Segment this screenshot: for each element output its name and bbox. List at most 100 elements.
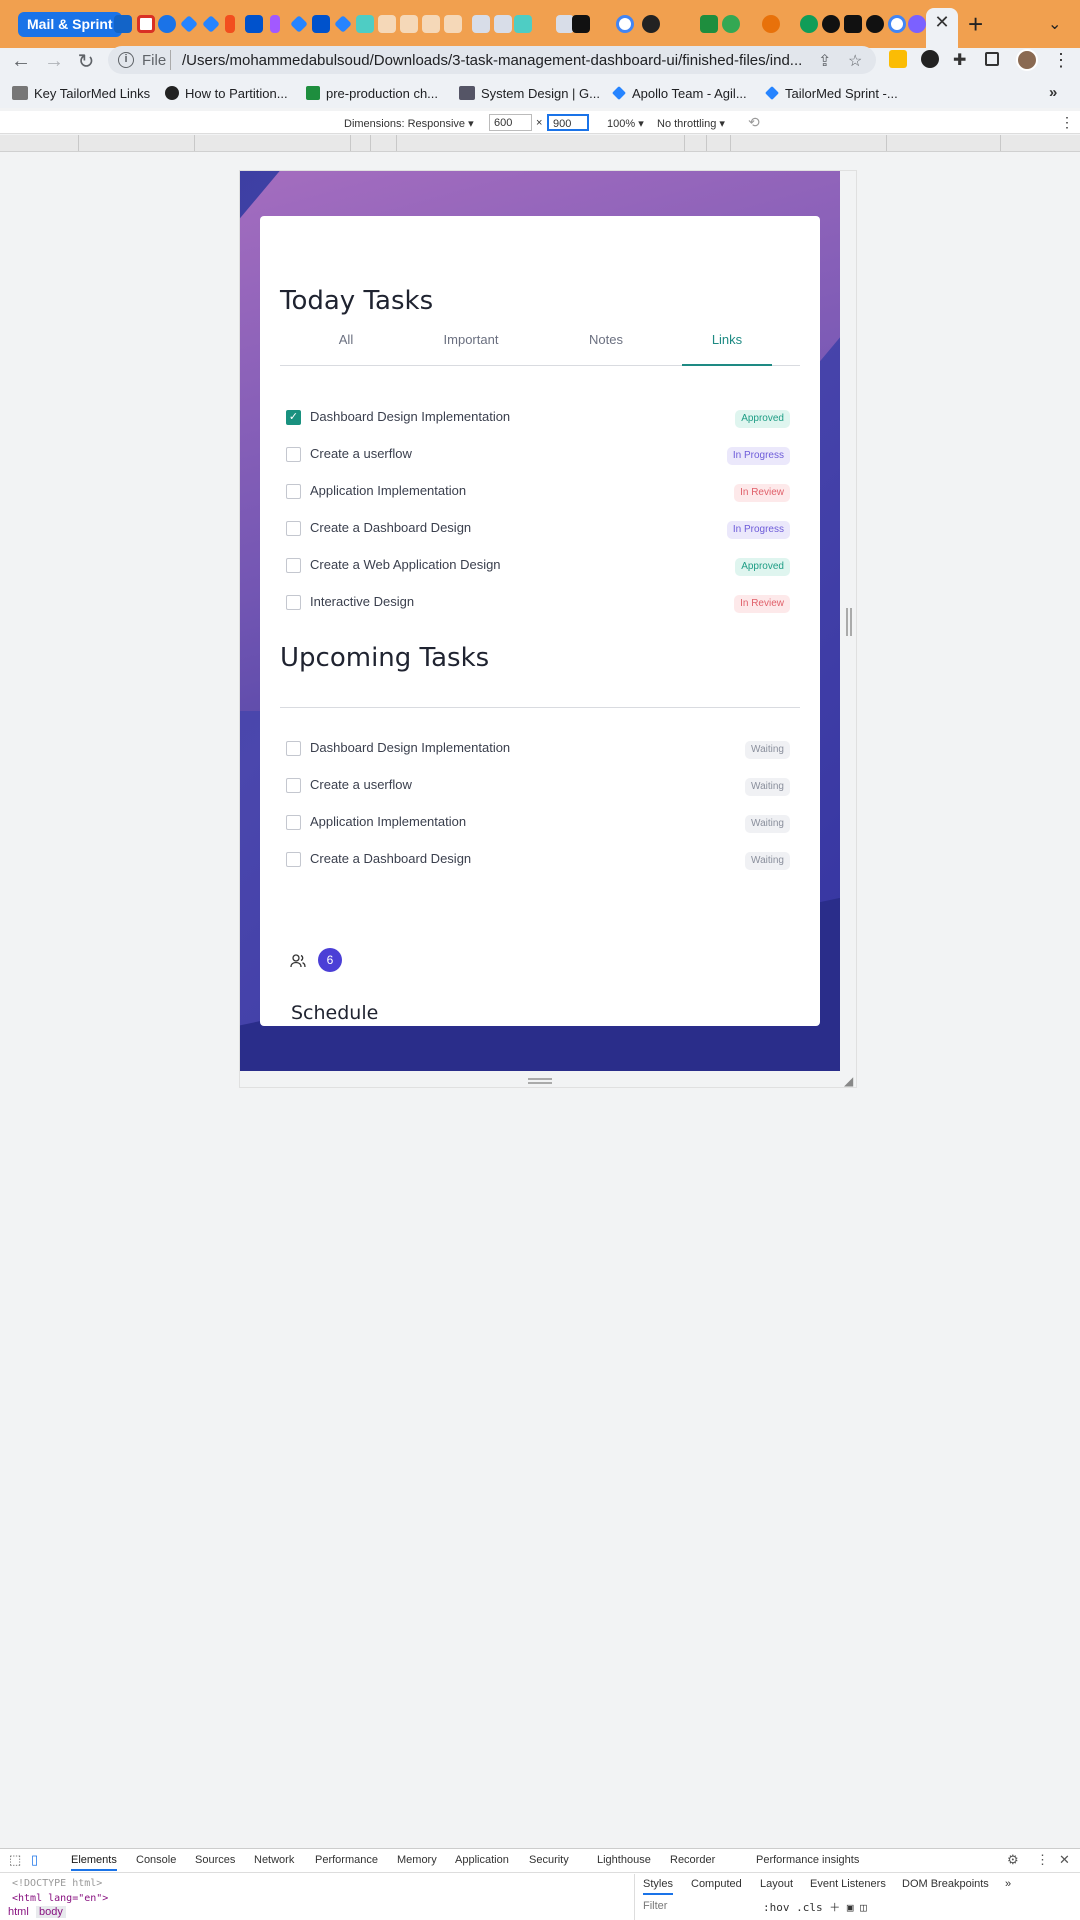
checkbox[interactable] (286, 595, 301, 610)
task-row[interactable]: Create a Web Application Design Approved (280, 550, 800, 580)
checkbox[interactable] (286, 447, 301, 462)
bookmark-partition[interactable]: How to Partition... (165, 86, 288, 101)
devtools-tab-performance[interactable]: Performance (315, 1854, 378, 1866)
styles-tab-styles[interactable]: Styles (643, 1878, 673, 1895)
devtools-tab-recorder[interactable]: Recorder (670, 1854, 715, 1866)
zoom-tab-icon[interactable] (158, 15, 176, 33)
doc-tab-icon[interactable] (494, 15, 512, 33)
inspect-element-icon[interactable]: ⬚ (9, 1852, 21, 1868)
device-toggle-icon[interactable]: ▯ (31, 1852, 38, 1868)
app-tab-icon[interactable] (722, 15, 740, 33)
confluence-tab-icon[interactable] (312, 15, 330, 33)
bookmark-preproduction[interactable]: pre-production ch... (306, 86, 438, 101)
reload-icon[interactable]: ↻ (75, 49, 97, 74)
checkbox[interactable] (286, 484, 301, 499)
task-row[interactable]: Create a Dashboard Design Waiting (280, 844, 800, 874)
task-row[interactable]: Dashboard Design Implementation Waiting (280, 733, 800, 763)
google-tab-icon[interactable] (888, 15, 906, 33)
bookmark-folder-key-links[interactable]: Key TailorMed Links (12, 86, 150, 101)
devtools-tab-lighthouse[interactable]: Lighthouse (597, 1854, 651, 1866)
devtools-menu-icon[interactable]: ⋮ (1036, 1852, 1049, 1868)
styles-tab-dom-breakpoints[interactable]: DOM Breakpoints (902, 1878, 989, 1890)
chevron-down-icon[interactable]: ⌄ (1048, 14, 1061, 34)
docs-tab-icon[interactable] (514, 15, 532, 33)
styles-filter-input[interactable]: Filter (643, 1900, 667, 1912)
medium-tab-icon[interactable] (844, 15, 862, 33)
devtools-tab-memory[interactable]: Memory (397, 1854, 437, 1866)
sheets-tab-icon[interactable] (700, 15, 718, 33)
browser-menu-icon[interactable]: ⋮ (1052, 50, 1070, 71)
address-bar[interactable]: i File /Users/mohammedabulsoud/Downloads… (108, 46, 876, 74)
pma-tab-icon[interactable] (378, 15, 396, 33)
styles-tab-computed[interactable]: Computed (691, 1878, 742, 1890)
checkbox[interactable] (286, 741, 301, 756)
side-panel-icon[interactable] (985, 52, 999, 66)
task-row[interactable]: ✓ Dashboard Design Implementation Approv… (280, 402, 800, 432)
task-row[interactable]: Interactive Design In Review (280, 587, 800, 617)
docs-tab-icon[interactable] (356, 15, 374, 33)
task-row[interactable]: Create a userflow In Progress (280, 439, 800, 469)
app-tab-icon[interactable] (866, 15, 884, 33)
jira-tab-icon[interactable] (290, 15, 308, 33)
breadcrumb-body[interactable]: body (36, 1906, 66, 1918)
more-tabs-icon[interactable]: » (1005, 1878, 1011, 1890)
devtools-tab-performance-insights[interactable]: Performance insights (756, 1854, 859, 1866)
rotate-icon[interactable]: ⟲ (748, 114, 760, 131)
bookmark-tailormed-sprint[interactable]: TailorMed Sprint -... (765, 86, 898, 101)
app-tab-icon[interactable] (822, 15, 840, 33)
devtools-tab-application[interactable]: Application (455, 1854, 509, 1866)
pma-tab-icon[interactable] (444, 15, 462, 33)
extension-icon[interactable] (889, 50, 907, 68)
task-row[interactable]: Create a Dashboard Design In Progress (280, 513, 800, 543)
devtools-tab-security[interactable]: Security (529, 1854, 569, 1866)
github-tab-icon[interactable] (642, 15, 660, 33)
checkbox[interactable] (286, 815, 301, 830)
media-query-ruler[interactable] (0, 135, 1080, 152)
bookmark-apollo-team[interactable]: Apollo Team - Agil... (612, 86, 747, 101)
new-tab-icon[interactable]: + (968, 9, 983, 40)
close-tab-icon[interactable]: ✕ (933, 12, 951, 33)
profile-avatar[interactable] (1016, 49, 1038, 71)
styles-filter-tools[interactable]: :hov .cls ＋ ▣ ◫ (763, 1899, 867, 1915)
zoom-select[interactable]: 100% ▾ (607, 117, 644, 130)
tab-notes[interactable]: Notes (561, 328, 651, 366)
share-icon[interactable]: ⇪ (818, 51, 831, 71)
jira-tab-icon[interactable] (180, 15, 198, 33)
device-toolbar-menu-icon[interactable]: ⋮ (1060, 114, 1074, 131)
figma-tab-icon[interactable] (225, 15, 235, 33)
pma-tab-icon[interactable] (422, 15, 440, 33)
forward-icon[interactable]: → (43, 50, 65, 73)
dimensions-select[interactable]: Dimensions: Responsive ▾ (344, 117, 474, 130)
throttling-select[interactable]: No throttling ▾ (657, 117, 725, 130)
extension-icon[interactable] (921, 50, 939, 68)
breadcrumb-html[interactable]: html (8, 1906, 29, 1918)
confluence-tab-icon[interactable] (245, 15, 263, 33)
bookmark-system-design[interactable]: System Design | G... (459, 86, 600, 101)
resize-handle-bottom[interactable] (528, 1078, 552, 1084)
outlook-tab-icon[interactable] (114, 15, 132, 33)
devtools-tab-sources[interactable]: Sources (195, 1854, 235, 1866)
dom-html-tag[interactable]: <html lang="en"> (12, 1893, 108, 1904)
tab-important[interactable]: Important (426, 328, 516, 366)
checkbox[interactable] (286, 558, 301, 573)
devtools-tab-network[interactable]: Network (254, 1854, 294, 1866)
task-row[interactable]: Application Implementation Waiting (280, 807, 800, 837)
height-input[interactable]: 900 (547, 114, 589, 131)
pma-tab-icon[interactable] (400, 15, 418, 33)
devtools-tab-console[interactable]: Console (136, 1854, 176, 1866)
jira-tab-icon[interactable] (334, 15, 352, 33)
jira-tab-icon[interactable] (202, 15, 220, 33)
checkbox-checked[interactable]: ✓ (286, 410, 301, 425)
close-devtools-icon[interactable]: ✕ (1059, 1852, 1070, 1868)
tab-links[interactable]: Links (682, 328, 772, 366)
back-icon[interactable]: ← (10, 50, 32, 73)
app-tab-icon[interactable] (762, 15, 780, 33)
figma-tab-icon[interactable] (270, 15, 280, 33)
resize-handle-right[interactable] (846, 608, 852, 636)
app-tab-icon[interactable] (800, 15, 818, 33)
resize-corner-icon[interactable]: ◢ (844, 1074, 853, 1088)
doc-tab-icon[interactable] (472, 15, 490, 33)
app-tab-icon[interactable] (908, 15, 926, 33)
url-text[interactable]: /Users/mohammedabulsoud/Downloads/3-task… (182, 52, 802, 69)
tab-all[interactable]: All (301, 328, 391, 366)
